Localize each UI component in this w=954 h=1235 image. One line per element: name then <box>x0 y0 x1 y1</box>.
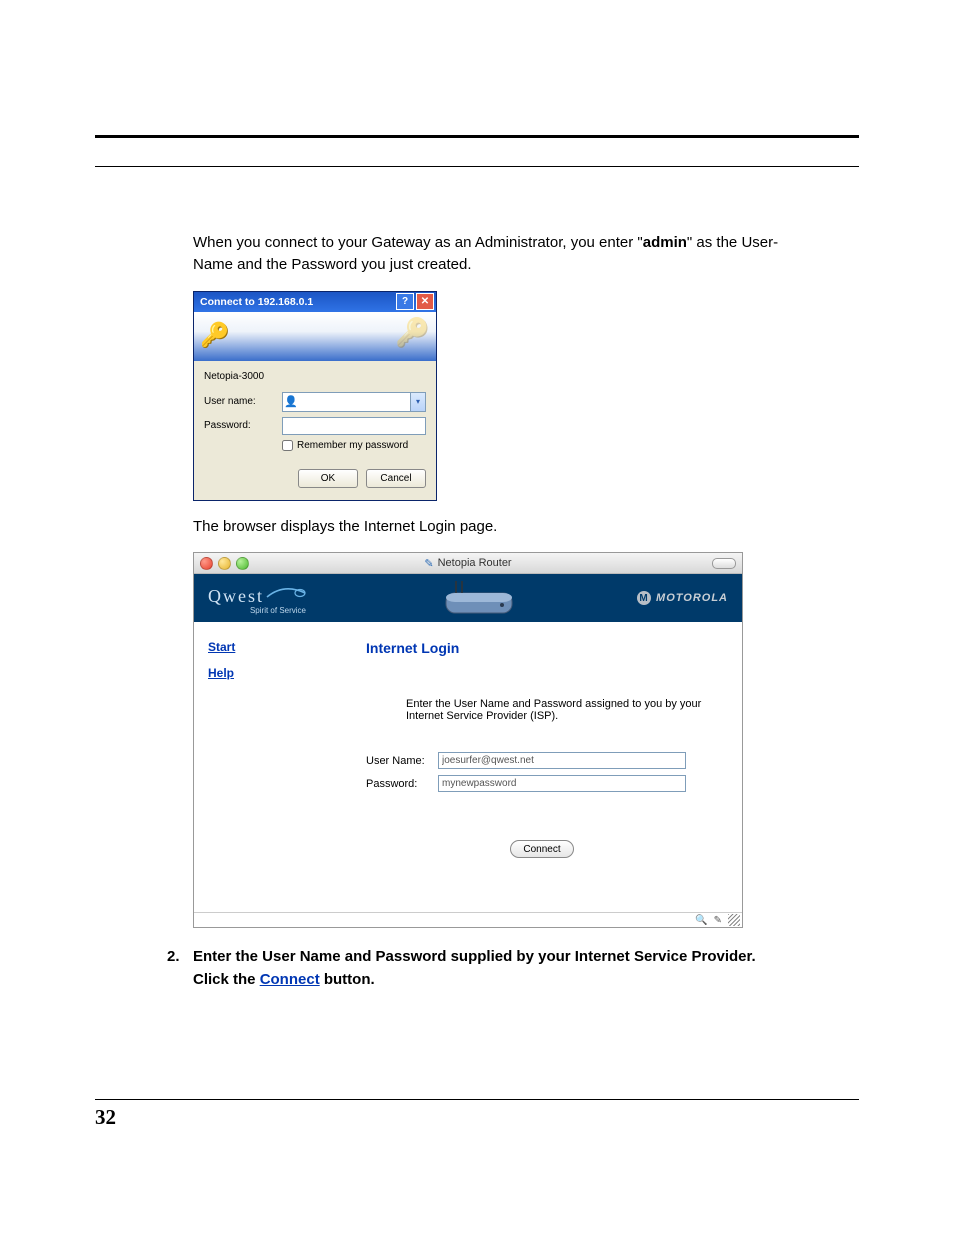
remember-checkbox[interactable] <box>282 440 293 451</box>
help-button[interactable]: ? <box>396 293 414 310</box>
ok-button[interactable]: OK <box>298 469 358 488</box>
username-combo[interactable]: 👤 ▾ <box>282 392 426 412</box>
content-column: When you connect to your Gateway as an A… <box>95 167 793 991</box>
motorola-logo: M MOTOROLA <box>637 591 742 605</box>
password-field[interactable] <box>282 417 426 435</box>
user-icon: 👤 <box>283 395 299 408</box>
qwest-logo: Qwest Spirit of Service <box>194 580 320 617</box>
connect-link-text: Connect <box>260 971 320 988</box>
pencil-icon: ✎ <box>424 557 433 570</box>
isp-password-field[interactable] <box>438 775 686 792</box>
password-label: Password: <box>204 420 282 431</box>
keys-icon: 🔑 <box>200 324 230 348</box>
router-icon <box>434 579 524 617</box>
step-2: 2. Enter the User Name and Password supp… <box>167 946 793 991</box>
xp-auth-dialog: Connect to 192.168.0.1 ? ✕ 🔑 🔑 Netopia-3… <box>193 291 437 501</box>
username-label: User name: <box>204 396 282 407</box>
connect-button[interactable]: Connect <box>510 840 573 858</box>
xp-titlebar[interactable]: Connect to 192.168.0.1 ? ✕ <box>194 292 436 312</box>
xp-banner: 🔑 🔑 <box>194 312 436 361</box>
step-number: 2. <box>167 946 193 991</box>
chevron-down-icon[interactable]: ▾ <box>410 393 425 411</box>
isp-username-field[interactable] <box>438 752 686 769</box>
bottom-rule <box>95 1099 859 1100</box>
search-icon: 🔍 <box>695 915 707 926</box>
internet-login-heading: Internet Login <box>366 640 718 656</box>
footer <box>95 1099 859 1100</box>
isp-username-label: User Name: <box>366 755 438 767</box>
xp-title-text: Connect to 192.168.0.1 <box>200 296 313 308</box>
pen-icon: ✎ <box>714 915 722 926</box>
mac-browser-window: ✎ Netopia Router Qwest Spirit of Service <box>193 552 743 928</box>
sidebar-start-link[interactable]: Start <box>208 640 366 654</box>
motorola-m-icon: M <box>637 591 651 605</box>
resize-handle-icon[interactable] <box>728 914 740 926</box>
isp-password-label: Password: <box>366 778 438 790</box>
mid-paragraph: The browser displays the Internet Login … <box>193 516 793 538</box>
page-number: 32 <box>95 1105 116 1130</box>
qwest-swish-icon <box>266 587 306 601</box>
traffic-minimize-icon[interactable] <box>218 557 231 570</box>
router-header: Qwest Spirit of Service <box>194 574 742 622</box>
isp-instructions: Enter the User Name and Password assigne… <box>366 698 718 722</box>
window-title: ✎ Netopia Router <box>424 557 511 570</box>
remember-row: Remember my password <box>204 440 426 451</box>
main-panel: Internet Login Enter the User Name and P… <box>366 622 742 912</box>
intro-paragraph: When you connect to your Gateway as an A… <box>193 232 793 276</box>
mac-titlebar[interactable]: ✎ Netopia Router <box>194 553 742 574</box>
traffic-zoom-icon[interactable] <box>236 557 249 570</box>
close-button[interactable]: ✕ <box>416 293 434 310</box>
keys-watermark-icon: 🔑 <box>395 316 430 349</box>
toolbar-pill-icon[interactable] <box>712 558 736 569</box>
traffic-close-icon[interactable] <box>200 557 213 570</box>
router-image <box>320 579 637 617</box>
manual-page: When you connect to your Gateway as an A… <box>0 0 954 1235</box>
sidebar: Start Help <box>194 622 366 912</box>
auth-realm: Netopia-3000 <box>204 371 426 382</box>
cancel-button[interactable]: Cancel <box>366 469 426 488</box>
sidebar-help-link[interactable]: Help <box>208 666 366 680</box>
mac-statusbar: 🔍 ✎ <box>194 912 742 927</box>
remember-label: Remember my password <box>297 440 408 451</box>
